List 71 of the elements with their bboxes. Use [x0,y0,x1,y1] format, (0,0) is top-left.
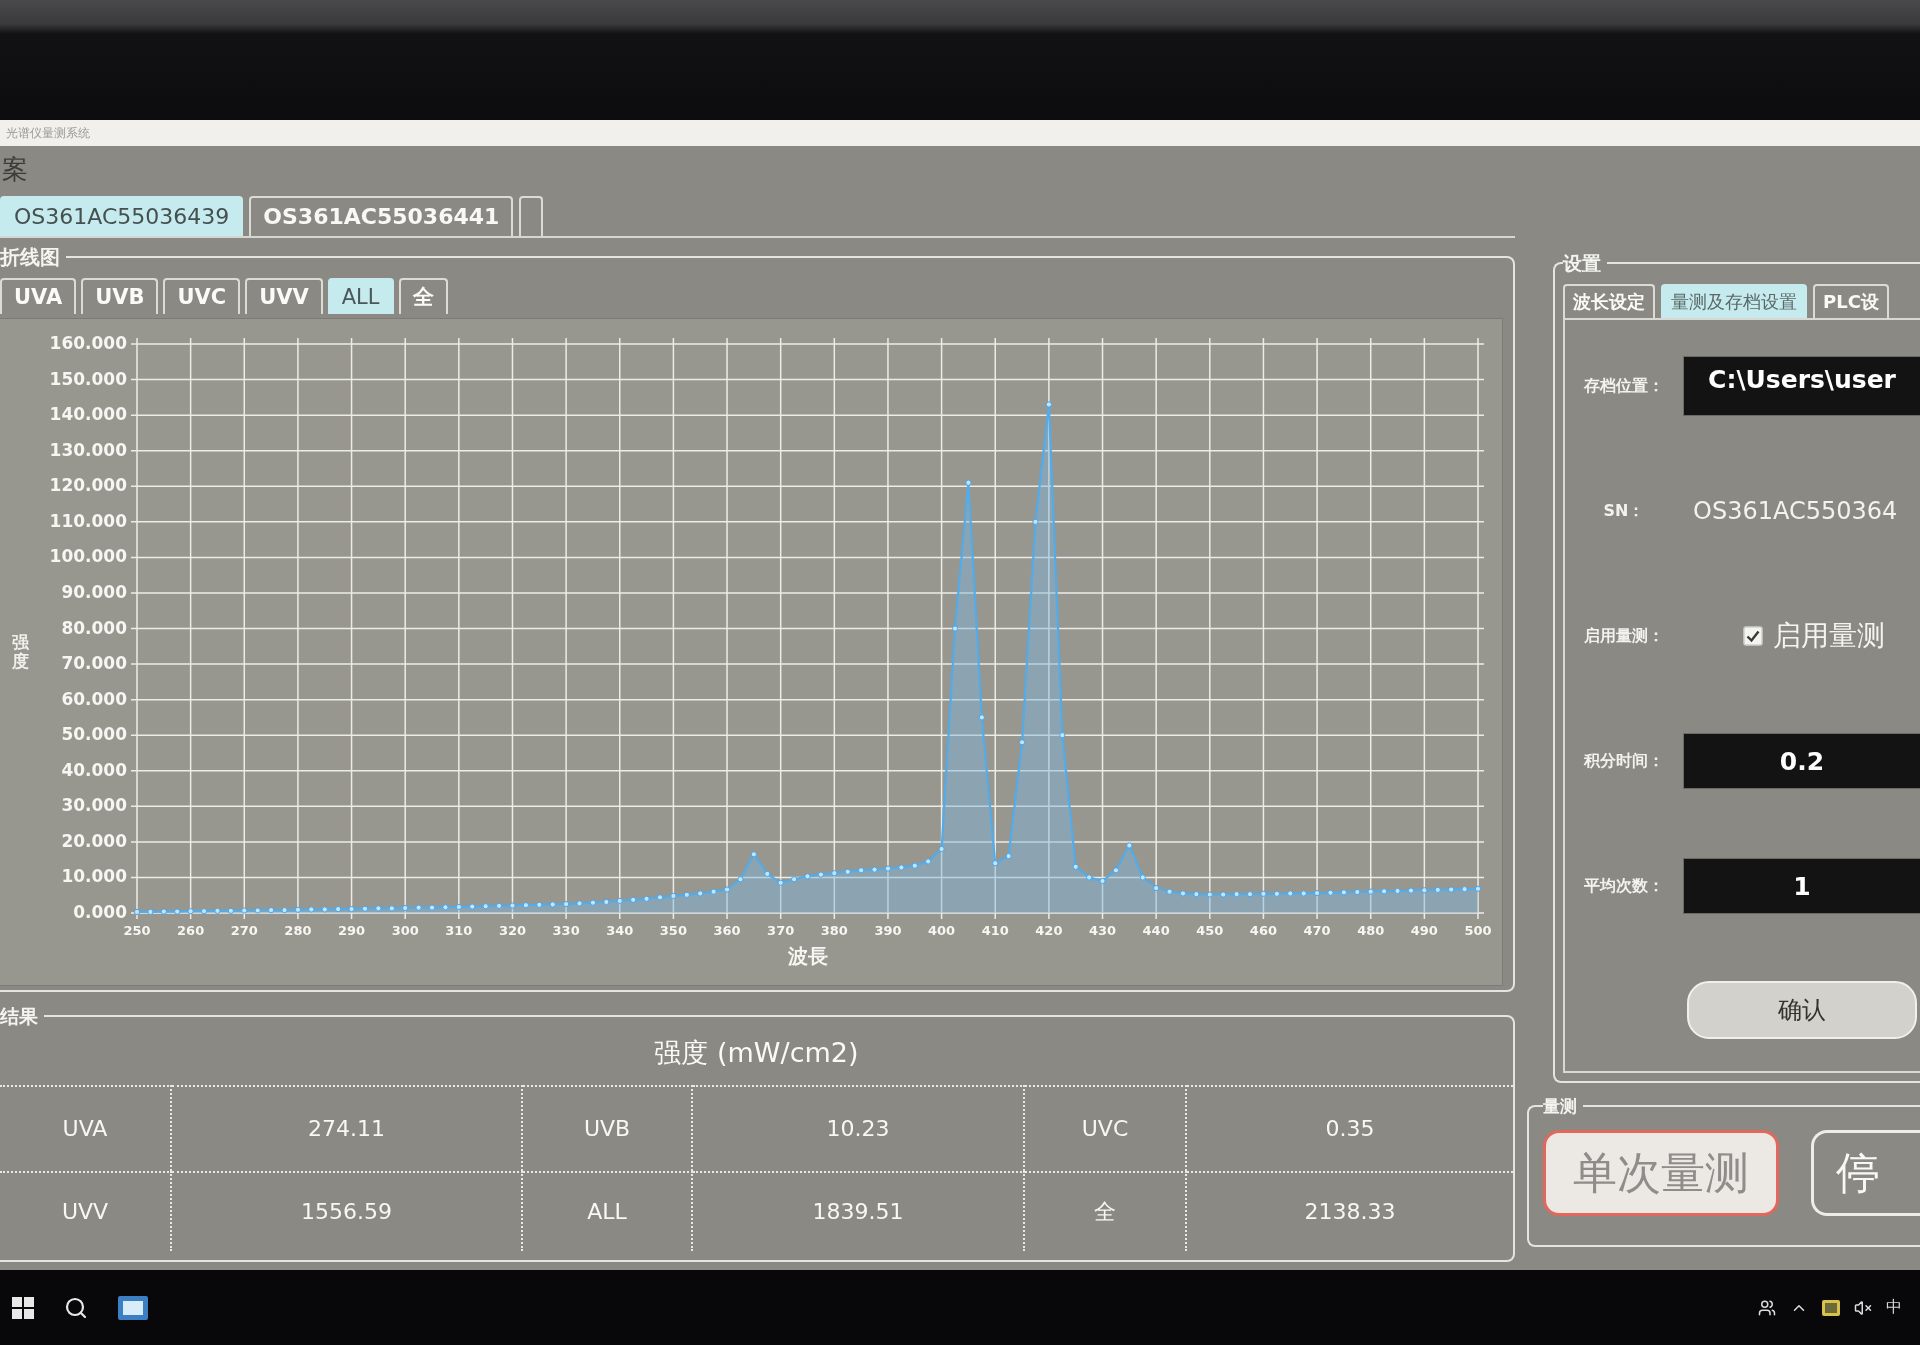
table-cell: UVA [0,1084,172,1171]
table-cell: 2138.33 [1187,1170,1513,1251]
table-cell: 全 [1025,1170,1187,1251]
x-tick-label: 350 [659,923,687,938]
field-label: SN： [1602,500,1646,522]
y-tick-label: 160.000 [49,333,127,353]
y-tick-label: 40.000 [61,759,127,780]
table-cell: UVB [523,1084,693,1171]
y-tick-label: 120.000 [49,475,127,496]
y-tick-label: 50.000 [61,724,127,745]
x-tick-label: 440 [1142,923,1170,938]
y-axis-title: 强度 [11,633,29,671]
y-tick-label: 130.000 [49,439,127,460]
group-label: 结果 [0,1006,39,1027]
table-cell: UVV [0,1170,172,1251]
y-tick-label: 20.000 [61,830,127,851]
table-cell: 1556.59 [172,1170,523,1251]
table-cell: 0.35 [1187,1084,1513,1171]
table-cell: UVC [1025,1084,1187,1171]
x-tick-label: 450 [1196,923,1224,938]
x-tick-label: 420 [1035,923,1063,938]
x-tick-label: 310 [445,923,473,938]
group-label: 设置 [1563,253,1602,274]
x-tick-label: 430 [1088,923,1117,938]
y-tick-label: 140.000 [49,404,127,425]
x-tick-label: 470 [1303,923,1331,938]
section-title: 案 [1,153,28,186]
x-tick-label: 260 [177,923,205,938]
y-tick-label: 90.000 [61,581,127,602]
y-tick-label: 80.000 [61,617,127,638]
x-tick-label: 400 [928,923,956,938]
group-label: 量测 [1543,1096,1578,1116]
x-tick-label: 360 [713,923,741,938]
y-tick-label: 60.000 [61,688,127,709]
x-tick-label: 320 [498,923,527,938]
y-tick-label: 70.000 [61,653,127,674]
window-title: 光谱仪量测系统 [6,124,90,142]
x-tick-label: 390 [874,923,902,938]
x-tick-label: 270 [230,923,258,938]
x-tick-label: 490 [1410,923,1438,938]
serial-number-value: OS361AC550364 [1692,497,1898,526]
x-tick-label: 370 [767,923,795,938]
group-label: 折线图 [0,246,61,268]
table-cell: 1839.51 [693,1170,1025,1251]
y-tick-label: 0.000 [73,902,127,922]
x-tick-label: 410 [981,923,1009,938]
x-tick-label: 280 [284,923,312,938]
x-tick-label: 300 [391,923,419,938]
x-axis-title: 波長 [787,944,828,968]
checkbox-label: 启用量测 [1773,618,1885,655]
y-tick-label: 150.000 [49,368,127,389]
field-label: 启用量测： [1583,625,1665,647]
table-cell: 274.11 [172,1084,523,1171]
field-label: 存档位置： [1583,375,1665,397]
x-tick-label: 500 [1464,923,1492,938]
y-tick-label: 30.000 [61,795,127,816]
x-tick-label: 380 [820,923,848,938]
x-tick-label: 460 [1249,923,1277,938]
x-tick-label: 290 [338,923,366,938]
y-tick-label: 10.000 [61,866,127,887]
y-tick-label: 110.000 [49,510,127,531]
x-tick-label: 340 [606,923,634,938]
table-title: 强度 (mW/cm2) [654,1035,859,1070]
x-tick-label: 250 [123,923,151,938]
table-cell: 10.23 [693,1084,1025,1171]
x-tick-label: 330 [552,923,580,938]
y-tick-label: 100.000 [49,546,127,567]
field-label: 平均次数： [1583,875,1665,897]
x-tick-label: 480 [1357,923,1385,938]
field-label: 积分时间： [1582,750,1665,772]
table-cell: ALL [523,1170,693,1251]
